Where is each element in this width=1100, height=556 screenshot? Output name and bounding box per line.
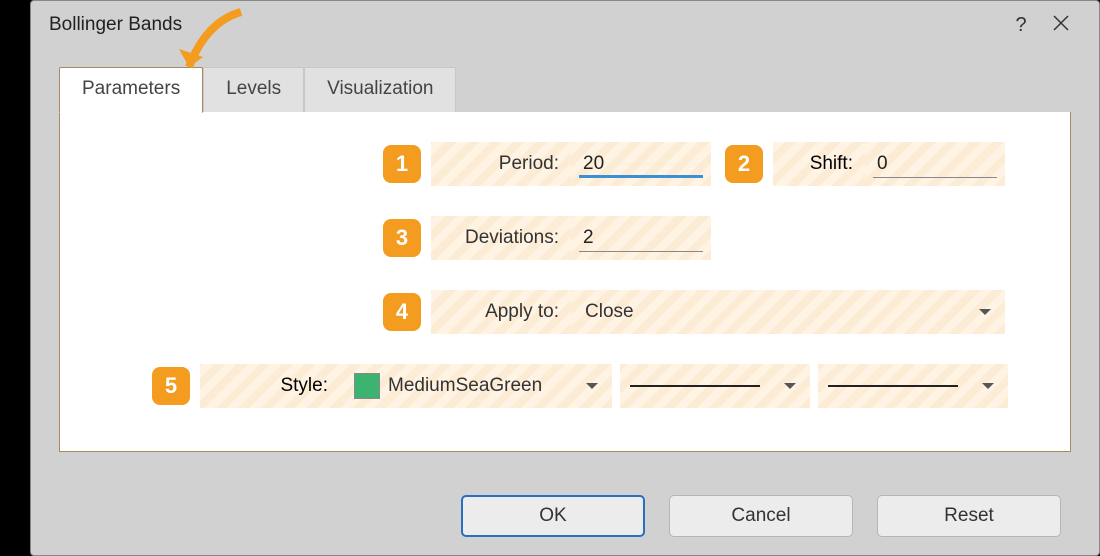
chevron-down-icon <box>979 309 991 315</box>
dialog-footer: OK Cancel Reset <box>461 495 1061 537</box>
deviations-input-wrap: 2 <box>571 216 711 260</box>
shift-input-wrap: 0 <box>865 142 1005 186</box>
window-title: Bollinger Bands <box>49 14 182 36</box>
tab-visualization[interactable]: Visualization <box>304 67 456 113</box>
style-color-select[interactable]: MediumSeaGreen <box>340 364 612 408</box>
style-label: Style: <box>200 364 340 408</box>
titlebar: Bollinger Bands ? <box>31 1 1099 49</box>
shift-input[interactable]: 0 <box>873 151 997 178</box>
color-swatch <box>354 373 380 399</box>
chevron-down-icon <box>784 383 796 389</box>
close-icon <box>1053 15 1069 31</box>
content-area: Parameters Levels Visualization 1 Period… <box>59 67 1071 467</box>
period-input-wrap: 20 <box>571 142 711 186</box>
apply-to-select[interactable]: Close <box>571 290 1005 334</box>
line-type-preview <box>630 385 760 387</box>
style-line-width-select[interactable] <box>818 364 1008 408</box>
shift-label: Shift: <box>773 142 865 186</box>
period-input[interactable]: 20 <box>579 151 703 178</box>
badge-3: 3 <box>383 219 421 257</box>
line-width-preview <box>828 385 958 387</box>
tab-levels[interactable]: Levels <box>203 67 304 113</box>
badge-5: 5 <box>152 367 190 405</box>
help-button[interactable]: ? <box>1001 14 1041 37</box>
close-button[interactable] <box>1041 14 1081 37</box>
apply-to-value: Close <box>585 301 634 323</box>
style-color-name: MediumSeaGreen <box>388 375 542 397</box>
period-label: Period: <box>431 142 571 186</box>
deviations-input[interactable]: 2 <box>579 225 703 252</box>
tabs: Parameters Levels Visualization <box>59 67 1071 113</box>
chevron-down-icon <box>586 383 598 389</box>
badge-4: 4 <box>383 293 421 331</box>
tab-panel: 1 Period: 20 2 Shift: 0 3 Deviations: 2 <box>59 112 1071 452</box>
dialog-window: Bollinger Bands ? Parameters Levels Visu… <box>30 0 1100 556</box>
reset-button[interactable]: Reset <box>877 495 1061 537</box>
deviations-label: Deviations: <box>431 216 571 260</box>
cancel-button[interactable]: Cancel <box>669 495 853 537</box>
apply-to-label: Apply to: <box>431 290 571 334</box>
badge-2: 2 <box>725 145 763 183</box>
tab-parameters[interactable]: Parameters <box>59 67 203 113</box>
style-line-type-select[interactable] <box>620 364 810 408</box>
badge-1: 1 <box>383 145 421 183</box>
chevron-down-icon <box>982 383 994 389</box>
ok-button[interactable]: OK <box>461 495 645 537</box>
